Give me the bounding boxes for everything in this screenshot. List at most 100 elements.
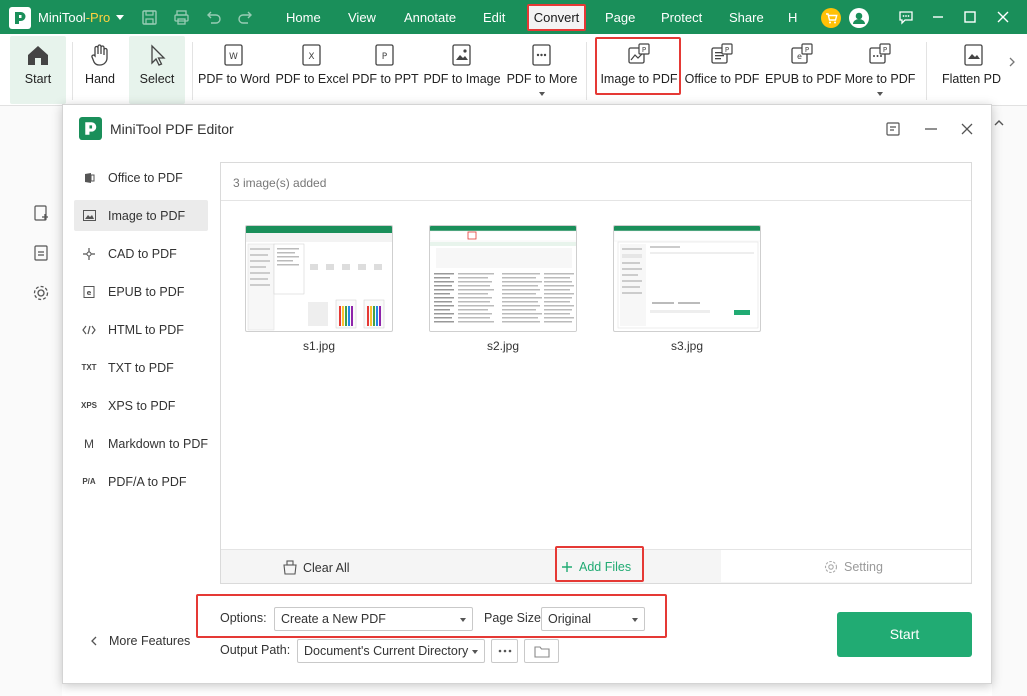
undo-icon[interactable] xyxy=(205,9,222,26)
more-features-link[interactable]: More Features xyxy=(89,634,190,648)
clear-icon xyxy=(283,560,297,575)
nav-epub-to-pdf[interactable]: e EPUB to PDF xyxy=(74,276,208,307)
clear-all-button[interactable]: Clear All xyxy=(283,560,350,575)
pdf-to-image-button[interactable]: PDF to Image xyxy=(423,36,501,104)
clear-all-label: Clear All xyxy=(303,560,350,575)
browse-button[interactable] xyxy=(491,639,518,663)
hand-tool-button[interactable]: Hand xyxy=(74,36,126,104)
feedback-icon[interactable] xyxy=(898,9,914,25)
page-size-label: Page Size: xyxy=(484,611,545,625)
options-select[interactable]: Create a New PDF xyxy=(274,607,473,631)
home-icon xyxy=(28,46,48,65)
menu-protect[interactable]: Protect xyxy=(661,10,702,25)
svg-text:P: P xyxy=(382,52,388,62)
page-size-select[interactable]: Original xyxy=(541,607,645,631)
thumbnail-preview-s1 xyxy=(246,226,392,331)
pdf-to-word-icon: W xyxy=(224,44,243,66)
start-convert-button[interactable]: Start xyxy=(837,612,972,657)
more-features-label: More Features xyxy=(109,634,191,648)
menu-view[interactable]: View xyxy=(348,10,376,25)
menu-convert[interactable]: Convert xyxy=(527,4,586,31)
menu-share[interactable]: Share xyxy=(729,10,764,25)
nav-pdfa-to-pdf[interactable]: P/A PDF/A to PDF xyxy=(74,466,208,497)
file-list-header: 3 image(s) added xyxy=(221,163,971,201)
document-icon[interactable] xyxy=(32,244,50,262)
flatten-pdf-icon xyxy=(964,44,983,66)
open-folder-button[interactable] xyxy=(524,639,559,663)
epub-to-pdf-label: EPUB to PDF xyxy=(765,72,842,86)
dialog-close-icon[interactable] xyxy=(959,121,975,137)
hand-tool-label: Hand xyxy=(85,72,115,86)
print-icon[interactable] xyxy=(173,9,190,26)
options-label: Options: xyxy=(220,611,267,625)
cart-icon[interactable] xyxy=(821,8,841,28)
dialog-title: MiniTool PDF Editor xyxy=(110,121,234,137)
app-menu-chevron-down-icon[interactable] xyxy=(116,15,124,20)
flatten-pdf-label: Flatten PD xyxy=(942,72,1001,86)
pdf-to-image-label: PDF to Image xyxy=(423,72,501,86)
setting-button[interactable]: Setting xyxy=(824,560,883,574)
select-tool-label: Select xyxy=(139,72,175,86)
ribbon-divider xyxy=(586,42,587,100)
menu-edit[interactable]: Edit xyxy=(483,10,505,25)
pdf-to-excel-button[interactable]: X PDF to Excel xyxy=(275,36,349,104)
pdf-to-word-button[interactable]: W PDF to Word xyxy=(197,36,271,104)
office-to-pdf-icon: P xyxy=(711,43,733,64)
xps-icon: XPS xyxy=(80,401,97,410)
close-icon[interactable] xyxy=(995,9,1011,25)
user-avatar-icon[interactable] xyxy=(849,8,869,28)
office-icon xyxy=(80,171,98,185)
svg-text:P: P xyxy=(805,46,809,54)
nav-cad-to-pdf[interactable]: CAD to PDF xyxy=(74,238,208,269)
pdf-to-more-chevron-down-icon[interactable] xyxy=(539,92,545,96)
image-file-name: s1.jpg xyxy=(302,339,336,353)
menu-home[interactable]: Home xyxy=(286,10,321,25)
dialog-minimize-icon[interactable] xyxy=(923,121,939,137)
history-icon[interactable] xyxy=(885,121,901,137)
flatten-pdf-button[interactable]: Flatten PD xyxy=(937,36,1001,104)
start-tool-label: Start xyxy=(24,72,52,86)
epub-to-pdf-icon: eP xyxy=(791,43,813,64)
menu-help[interactable]: H xyxy=(788,10,797,25)
select-tool-button[interactable]: Select xyxy=(129,36,185,104)
nav-label: XPS to PDF xyxy=(108,398,176,413)
start-tool-button[interactable]: Start xyxy=(10,36,66,104)
file-list-panel: 3 image(s) added s1.jpg s2.jpg s3.jpg Cl… xyxy=(220,162,972,584)
nav-image-to-pdf[interactable]: Image to PDF xyxy=(74,200,208,231)
epub-to-pdf-button[interactable]: eP EPUB to PDF xyxy=(765,36,842,104)
svg-text:W: W xyxy=(229,52,238,62)
html-icon xyxy=(80,323,98,337)
collapse-ribbon-chevron-up-icon[interactable] xyxy=(992,117,1006,129)
pdf-to-more-icon xyxy=(532,44,551,66)
pdf-to-more-label: PDF to More xyxy=(506,72,578,86)
image-thumbnail[interactable] xyxy=(613,225,761,332)
nav-html-to-pdf[interactable]: HTML to PDF xyxy=(74,314,208,345)
nav-txt-to-pdf[interactable]: TXT TXT to PDF xyxy=(74,352,208,383)
gear-icon[interactable] xyxy=(32,284,50,302)
more-dots-icon xyxy=(498,649,511,653)
nav-office-to-pdf[interactable]: Office to PDF xyxy=(74,162,208,193)
office-to-pdf-button[interactable]: P Office to PDF xyxy=(684,36,760,104)
pdf-to-ppt-label: PDF to PPT xyxy=(352,72,419,86)
maximize-icon[interactable] xyxy=(962,9,978,25)
pdf-to-ppt-button[interactable]: P PDF to PPT xyxy=(352,36,419,104)
nav-xps-to-pdf[interactable]: XPS XPS to PDF xyxy=(74,390,208,421)
image-thumbnail[interactable] xyxy=(429,225,577,332)
minimize-icon[interactable] xyxy=(930,9,946,25)
svg-text:P: P xyxy=(725,46,729,54)
app-name[interactable]: MiniTool-Pro xyxy=(38,10,110,25)
output-path-select[interactable]: Document's Current Directory xyxy=(297,639,485,663)
nav-label: CAD to PDF xyxy=(108,246,177,261)
add-page-icon[interactable] xyxy=(32,204,50,222)
ribbon-scroll-right-icon[interactable] xyxy=(1007,56,1017,68)
nav-markdown-to-pdf[interactable]: M Markdown to PDF xyxy=(74,428,208,459)
markdown-icon: M xyxy=(83,436,94,451)
output-path-label: Output Path: xyxy=(220,643,291,657)
save-icon[interactable] xyxy=(141,9,158,26)
menu-annotate[interactable]: Annotate xyxy=(404,10,456,25)
cursor-icon xyxy=(151,44,166,66)
more-to-pdf-chevron-down-icon[interactable] xyxy=(877,92,883,96)
image-thumbnail[interactable] xyxy=(245,225,393,332)
menu-page[interactable]: Page xyxy=(605,10,635,25)
redo-icon[interactable] xyxy=(237,9,254,26)
